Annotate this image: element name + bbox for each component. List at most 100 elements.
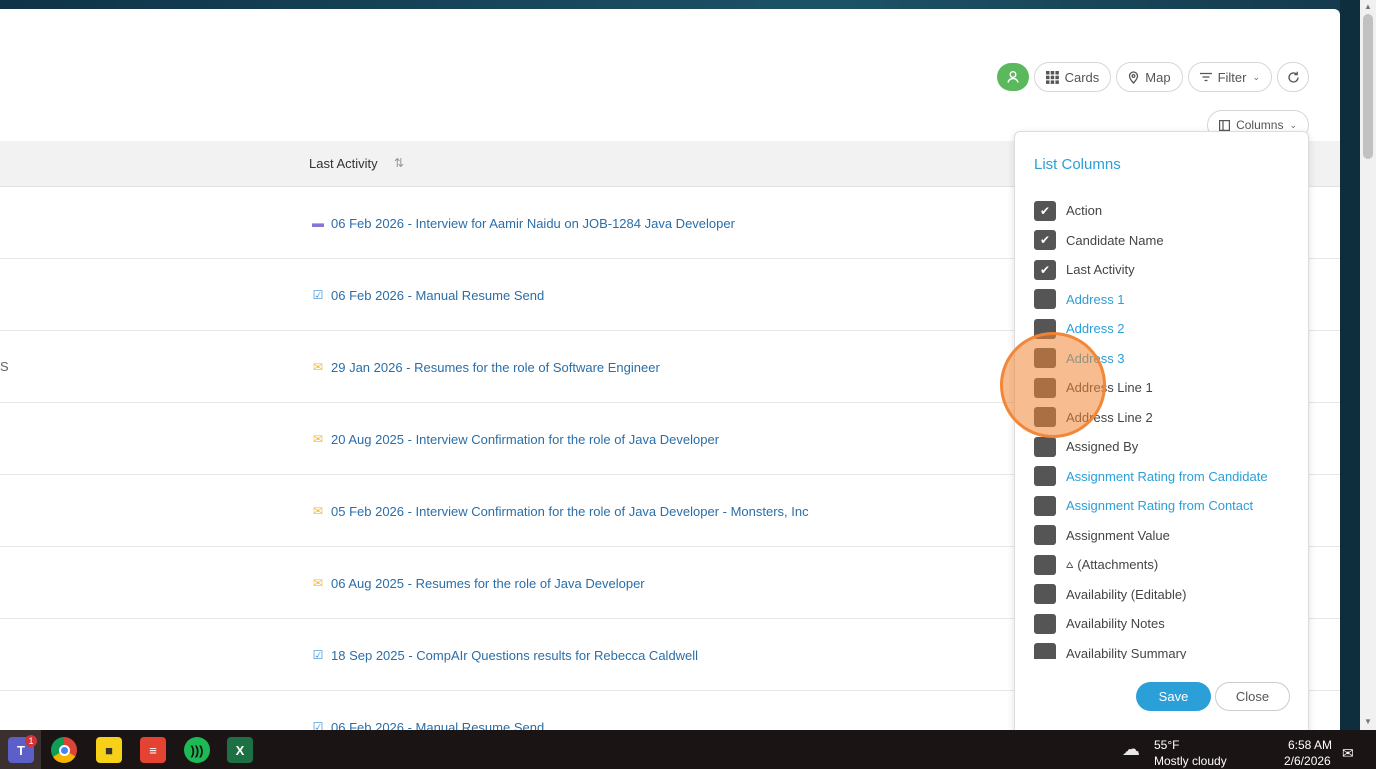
map-label: Map [1145,69,1171,85]
mail-icon: ✉ [312,576,324,590]
activity-link[interactable]: 05 Feb 2026 - Interview Confirmation for… [331,504,809,519]
column-option[interactable]: ✔ Action [1034,196,1304,226]
check-icon: ☑ [312,648,324,662]
user-icon [1006,71,1019,83]
app-window: Cards Map Filter ⌄ Columns ⌄ Last Activi… [0,9,1340,730]
sort-icon[interactable]: ⇅ [394,156,404,170]
column-option[interactable]: Address 1 [1034,285,1304,315]
column-option-label: Assigned By [1066,439,1139,455]
page-scrollbar[interactable]: ▲ ▼ [1360,0,1376,730]
cards-view-button[interactable]: Cards [1033,62,1112,92]
clock-time[interactable]: 6:58 AM [1288,738,1332,752]
last-activity-column-header[interactable]: Last Activity [309,156,378,171]
last-activity-cell: ✉ 05 Feb 2026 - Interview Confirmation fo… [311,475,809,547]
chevron-down-icon: ⌄ [1252,71,1260,82]
click-highlight [1000,332,1106,438]
column-option-label: Last Activity [1066,262,1135,278]
column-option[interactable]: Availability Notes [1034,609,1304,639]
column-checkbox[interactable] [1034,466,1056,487]
truncated-cell-text: S [0,359,9,374]
last-activity-cell: ✉ 06 Aug 2025 - Resumes for the role of J… [311,547,645,619]
mail-icon: ✉ [312,504,324,518]
column-checkbox[interactable] [1034,436,1056,457]
activity-link[interactable]: 06 Feb 2026 - Manual Resume Send [331,720,544,731]
column-option[interactable]: ✔ Last Activity [1034,255,1304,285]
todoist-icon[interactable]: ≡ [140,737,166,763]
check-icon: ☑ [312,720,324,730]
column-option[interactable]: ✔ Candidate Name [1034,226,1304,256]
column-option[interactable]: Availability Summary [1034,639,1304,659]
column-checkbox[interactable]: ✔ [1034,200,1056,221]
column-checkbox[interactable] [1034,289,1056,310]
teams-badge: 1 [25,735,37,747]
scrollbar-thumb[interactable] [1363,14,1373,159]
last-activity-cell: ☑ 18 Sep 2025 - CompAIr Questions results… [311,619,698,691]
column-option-label: Assignment Rating from Contact [1066,498,1254,514]
column-option-label: Availability Summary [1066,645,1187,659]
spotify-icon[interactable]: ))) [184,737,210,763]
weather-cloud-icon[interactable]: ☁ [1122,739,1148,761]
last-activity-cell: ✉ 20 Aug 2025 - Interview Confirmation fo… [311,403,719,475]
user-filter-button[interactable] [996,63,1029,91]
refresh-button[interactable] [1277,62,1309,92]
column-checkbox[interactable] [1034,554,1056,575]
mail-icon: ✉ [312,432,324,446]
excel-icon[interactable]: X [227,737,253,763]
column-option-label: Address 1 [1066,291,1125,307]
chat-icon: ▬ [312,216,324,230]
save-button[interactable]: Save [1136,682,1211,711]
filter-label: Filter [1217,69,1247,85]
column-option[interactable]: Assignment Rating from Contact [1034,491,1304,521]
scroll-down-icon[interactable]: ▼ [1363,717,1373,727]
activity-link[interactable]: 20 Aug 2025 - Interview Confirmation for… [331,432,719,447]
scroll-up-icon[interactable]: ▲ [1363,2,1373,12]
column-checkbox[interactable] [1034,584,1056,605]
column-option-label: (Attachments) [1077,557,1159,573]
last-activity-cell: ☑ 06 Feb 2026 - Manual Resume Send [311,259,545,331]
column-option[interactable]: Availability (Editable) [1034,580,1304,610]
map-pin-icon [1129,70,1139,84]
filter-button[interactable]: Filter ⌄ [1187,62,1272,92]
column-option-label: Address 2 [1066,321,1125,337]
grid-icon [1045,70,1059,84]
column-option[interactable]: Assignment Rating from Candidate [1034,462,1304,492]
activity-link[interactable]: 06 Feb 2026 - Manual Resume Send [331,288,544,303]
filter-icon [1199,72,1212,82]
check-icon: ☑ [312,288,324,302]
activity-link[interactable]: 29 Jan 2026 - Resumes for the role of So… [331,360,660,375]
paperclip-icon: ⩟ [1066,557,1074,572]
column-option-label: Action [1066,203,1103,219]
chrome-icon[interactable] [51,737,77,763]
column-checkbox[interactable]: ✔ [1034,230,1056,251]
column-option[interactable]: ⩟ (Attachments) [1034,550,1304,580]
weather-description: Mostly cloudy [1154,754,1227,768]
column-option-label: Assignment Value [1066,527,1170,543]
column-checkbox[interactable] [1034,643,1056,659]
last-activity-cell: ✉ 29 Jan 2026 - Resumes for the role of S… [311,331,660,403]
activity-link[interactable]: 06 Aug 2025 - Resumes for the role of Ja… [331,576,645,591]
chrome-center-icon [58,744,70,756]
column-checkbox[interactable] [1034,495,1056,516]
column-checkbox[interactable] [1034,613,1056,634]
desktop-background [1340,0,1360,730]
mail-icon: ✉ [312,360,324,374]
panel-title: List Columns [1034,156,1121,173]
cards-label: Cards [1064,69,1100,85]
notification-icon[interactable]: ✉ [1342,745,1354,762]
column-option[interactable]: Assigned By [1034,432,1304,462]
columns-label: Columns [1236,118,1284,132]
last-activity-cell: ▬ 06 Feb 2026 - Interview for Aamir Naidu… [311,187,735,259]
column-option-label: Candidate Name [1066,232,1164,248]
clock-date[interactable]: 2/6/2026 [1284,754,1331,768]
close-button[interactable]: Close [1215,682,1290,711]
weather-temperature: 55°F [1154,738,1180,752]
column-checkbox[interactable] [1034,525,1056,546]
activity-link[interactable]: 18 Sep 2025 - CompAIr Questions results … [331,648,698,663]
column-option-label: Assignment Rating from Candidate [1066,468,1268,484]
last-activity-cell: ☑ 06 Feb 2026 - Manual Resume Send [311,691,545,731]
sticky-notes-icon[interactable]: ■ [96,737,122,763]
map-view-button[interactable]: Map [1116,62,1183,92]
column-option[interactable]: Assignment Value [1034,521,1304,551]
column-checkbox[interactable]: ✔ [1034,259,1056,280]
activity-link[interactable]: 06 Feb 2026 - Interview for Aamir Naidu … [331,216,735,231]
